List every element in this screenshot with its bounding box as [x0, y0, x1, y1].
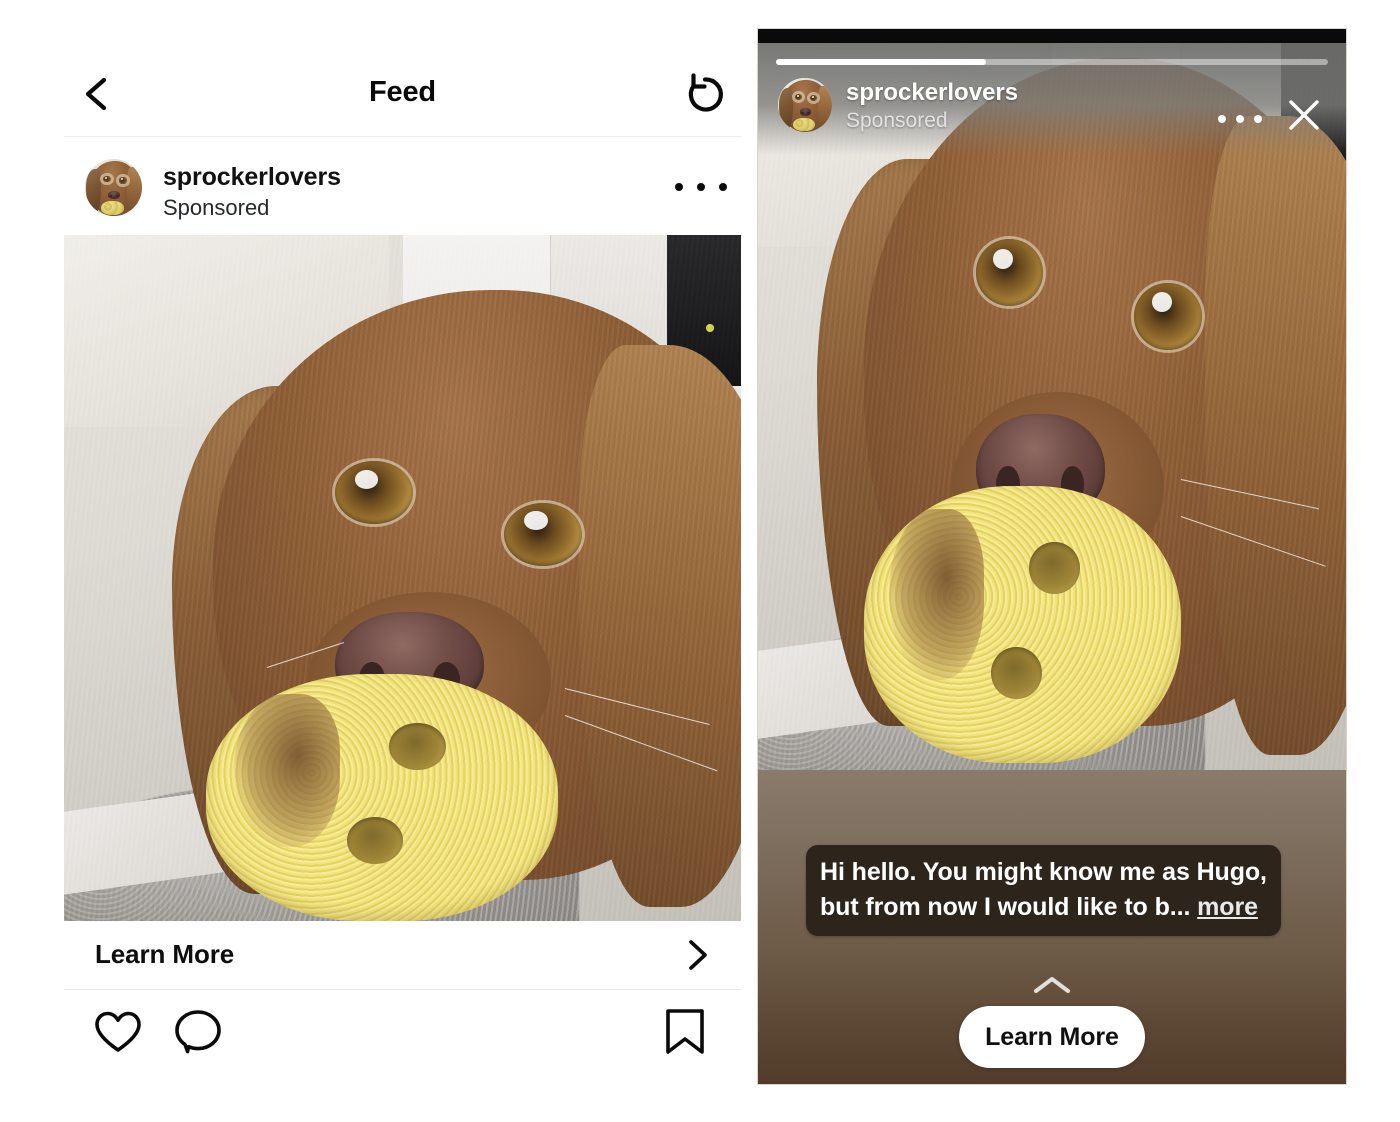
ellipsis-icon[interactable] — [1218, 107, 1262, 131]
bookmark-icon[interactable] — [659, 1006, 711, 1058]
post-action-bar — [64, 990, 741, 1086]
story-caption-more-link[interactable]: more — [1197, 893, 1258, 921]
story-username[interactable]: sprockerlovers — [846, 79, 1018, 107]
story-footer: Hi hello. You might know me as Hugo, but… — [758, 770, 1346, 1084]
learn-more-label: Learn More — [95, 939, 235, 969]
ellipsis-dot — [697, 183, 705, 191]
ellipsis-dot — [1254, 115, 1262, 123]
feed-preview-panel: Feed sprockerlovers Sponsored Learn More — [64, 48, 741, 1093]
post-photo[interactable] — [64, 235, 741, 921]
post-header: sprockerlovers Sponsored — [64, 137, 741, 235]
page-title: Feed — [369, 76, 436, 108]
refresh-button[interactable] — [681, 70, 729, 118]
story-caption-line-2: but from now I would like to b... — [820, 892, 1191, 921]
post-username[interactable]: sprockerlovers — [163, 163, 341, 192]
avatar[interactable] — [85, 159, 142, 216]
story-caption-line-1: Hi hello. You might know me as Hugo, — [820, 858, 1267, 886]
ellipsis-dot — [719, 183, 727, 191]
close-x-icon[interactable] — [1282, 93, 1326, 137]
learn-more-cta-row[interactable]: Learn More — [64, 921, 741, 990]
ellipsis-dot — [1236, 115, 1244, 123]
status-bar — [758, 29, 1346, 43]
ellipsis-icon[interactable] — [675, 173, 727, 201]
post-sponsored-label: Sponsored — [163, 195, 270, 220]
avatar-artwork — [778, 78, 832, 132]
learn-more-button[interactable]: Learn More — [959, 1006, 1145, 1068]
avatar[interactable] — [778, 78, 832, 132]
screenshot-root: Feed sprockerlovers Sponsored Learn More… — [0, 0, 1400, 1122]
story-progress-bar[interactable] — [776, 59, 1328, 65]
feed-top-bar: Feed — [64, 48, 741, 137]
chevron-up-icon[interactable] — [758, 972, 1346, 998]
post-photo-artwork — [64, 235, 741, 921]
ellipsis-dot — [1218, 115, 1226, 123]
story-caption-line-2-wrapper: but from now I would like to b... more — [820, 890, 1267, 925]
story-sponsored-label: Sponsored — [846, 109, 948, 132]
story-preview-panel: sprockerlovers Sponsored Hi hello. You m… — [758, 29, 1346, 1084]
story-caption-bubble[interactable]: Hi hello. You might know me as Hugo, but… — [806, 845, 1281, 936]
avatar-artwork — [85, 159, 142, 216]
chevron-right-icon[interactable] — [679, 937, 715, 973]
ellipsis-dot — [675, 183, 683, 191]
story-progress-fill — [776, 59, 986, 65]
comment-bubble-icon[interactable] — [172, 1006, 224, 1058]
heart-icon[interactable] — [92, 1006, 144, 1058]
